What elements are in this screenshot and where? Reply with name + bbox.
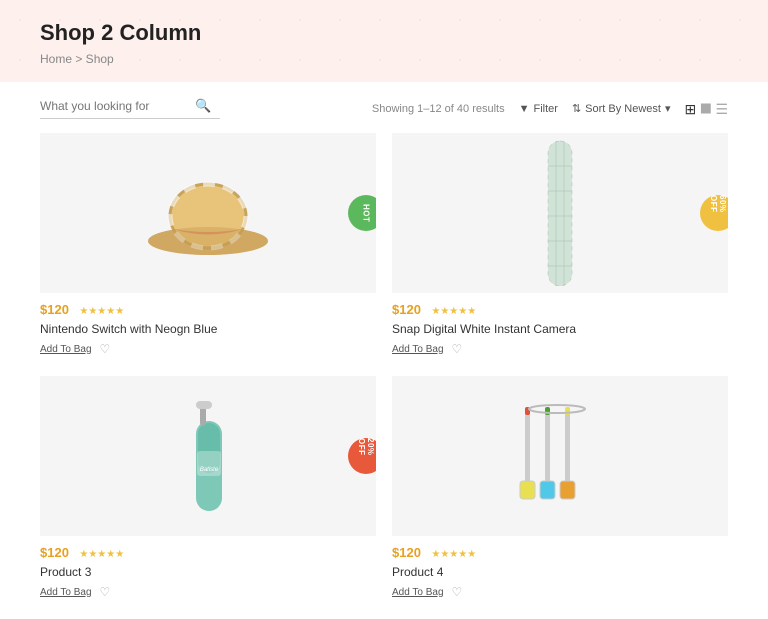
product-name: Nintendo Switch with Neogn Blue [40,322,376,336]
grid-small-view-icon[interactable]: ⯀ [700,102,711,116]
toolbar-right: Showing 1–12 of 40 results ▼ Filter ⇅ So… [372,102,728,116]
product-stars: ★★★★★ [431,549,476,560]
search-input[interactable] [40,99,195,113]
product-card: HOT $120 ★★★★★ Nintendo Switch with Neog… [40,133,376,360]
product-badge: 20% OFF [348,438,376,474]
product-stars: ★★★★★ [79,549,124,560]
product-actions: Add To Bag ♡ [40,585,376,599]
toolbar: 🔍 Showing 1–12 of 40 results ▼ Filter ⇅ … [40,98,728,119]
page-title: Shop 2 Column [40,20,728,46]
search-wrapper[interactable]: 🔍 [40,98,220,119]
product-badge: HOT [348,195,376,231]
sort-button[interactable]: ⇅ Sort By Newest ▾ [572,102,671,115]
wishlist-icon[interactable]: ♡ [100,585,111,599]
breadcrumb: Home > Shop [40,52,728,66]
product-price: $120 [40,545,69,560]
product-info: $120 ★★★★★ Product 4 Add To Bag ♡ [392,536,728,603]
results-count: Showing 1–12 of 40 results [372,103,505,115]
product-card: 60% OFF $120 ★★★★★ Snap Digital White In… [392,133,728,360]
product-info: $120 ★★★★★ Product 3 Add To Bag ♡ [40,536,376,603]
product-badge: 60% OFF [700,195,728,231]
product-image-wrapper: HOT [40,133,376,293]
add-to-bag-button[interactable]: Add To Bag [40,587,92,598]
product-actions: Add To Bag ♡ [40,342,376,356]
add-to-bag-button[interactable]: Add To Bag [392,344,444,355]
product-card: Batiste 20% OFF $120 ★★★★★ Product 3 Add… [40,376,376,603]
add-to-bag-button[interactable]: Add To Bag [392,587,444,598]
product-card: $120 ★★★★★ Product 4 Add To Bag ♡ [392,376,728,603]
wishlist-icon[interactable]: ♡ [452,342,463,356]
product-stars: ★★★★★ [431,306,476,317]
sort-icon: ⇅ [572,102,581,115]
product-stars: ★★★★★ [79,306,124,317]
view-icons: ⊞ ⯀ ☰ [685,102,729,116]
add-to-bag-button[interactable]: Add To Bag [40,344,92,355]
header-banner: Shop 2 Column Home > Shop [0,0,768,82]
search-icon[interactable]: 🔍 [195,98,211,114]
product-price: $120 [40,302,69,317]
filter-button[interactable]: ▼ Filter [519,103,558,115]
product-name: Product 4 [392,565,728,579]
list-view-icon[interactable]: ☰ [715,102,728,116]
product-price: $120 [392,545,421,560]
product-image-wrapper [392,376,728,536]
product-price: $120 [392,302,421,317]
product-info: $120 ★★★★★ Snap Digital White Instant Ca… [392,293,728,360]
product-actions: Add To Bag ♡ [392,585,728,599]
chevron-down-icon: ▾ [665,102,671,115]
filter-icon: ▼ [519,103,530,115]
main-content: 🔍 Showing 1–12 of 40 results ▼ Filter ⇅ … [0,82,768,619]
product-image-wrapper: 60% OFF [392,133,728,293]
product-image-wrapper: Batiste 20% OFF [40,376,376,536]
product-info: $120 ★★★★★ Nintendo Switch with Neogn Bl… [40,293,376,360]
wishlist-icon[interactable]: ♡ [452,585,463,599]
product-name: Product 3 [40,565,376,579]
product-actions: Add To Bag ♡ [392,342,728,356]
product-grid: HOT $120 ★★★★★ Nintendo Switch with Neog… [40,133,728,603]
wishlist-icon[interactable]: ♡ [100,342,111,356]
product-name: Snap Digital White Instant Camera [392,322,728,336]
grid-view-icon[interactable]: ⊞ [685,102,697,116]
